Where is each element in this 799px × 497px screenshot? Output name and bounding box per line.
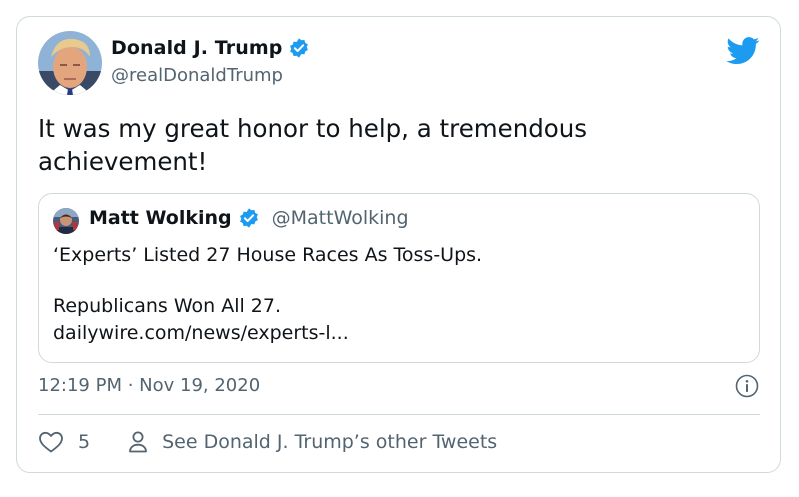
tweet-timestamp[interactable]: 12:19 PM · Nov 19, 2020 [38,375,260,396]
quoted-author-avatar[interactable] [53,208,79,234]
author-handle[interactable]: @realDonaldTrump [111,65,283,86]
quoted-tweet-text: ‘Experts’ Listed 27 House Races As Toss-… [53,242,743,347]
heart-icon[interactable] [38,430,64,454]
quoted-text-line: Republicans Won All 27. [53,295,282,317]
person-icon[interactable] [128,430,148,454]
info-icon[interactable] [735,374,759,398]
quoted-text-line: ‘Experts’ Listed 27 House Races As Toss-… [53,244,483,266]
author-name[interactable]: Donald J. Trump [111,37,282,59]
tweet-actions: 5 See Donald J. Trump’s other Tweets [38,430,497,454]
twitter-bird-icon[interactable] [726,37,760,65]
embedded-tweet-card[interactable]: Donald J. Trump @realDonaldTrump It was … [16,16,781,473]
verified-badge-icon [288,37,310,59]
author-avatar[interactable] [38,31,102,95]
verified-badge-icon [238,207,260,229]
tweet-text-line: It was my great honor to help, a tremend… [38,114,588,143]
tweet-text-line: achievement! [38,147,208,176]
quoted-author-name[interactable]: Matt Wolking [89,207,232,229]
tweet-text: It was my great honor to help, a tremend… [38,112,738,178]
quoted-tweet[interactable]: Matt Wolking @MattWolking ‘Experts’ List… [38,193,760,363]
like-count[interactable]: 5 [78,431,90,453]
see-other-tweets-link[interactable]: See Donald J. Trump’s other Tweets [162,431,497,453]
divider [38,414,760,415]
quoted-author-handle[interactable]: @MattWolking [272,207,409,229]
quoted-link[interactable]: dailywire.com/news/experts-l... [53,320,743,347]
